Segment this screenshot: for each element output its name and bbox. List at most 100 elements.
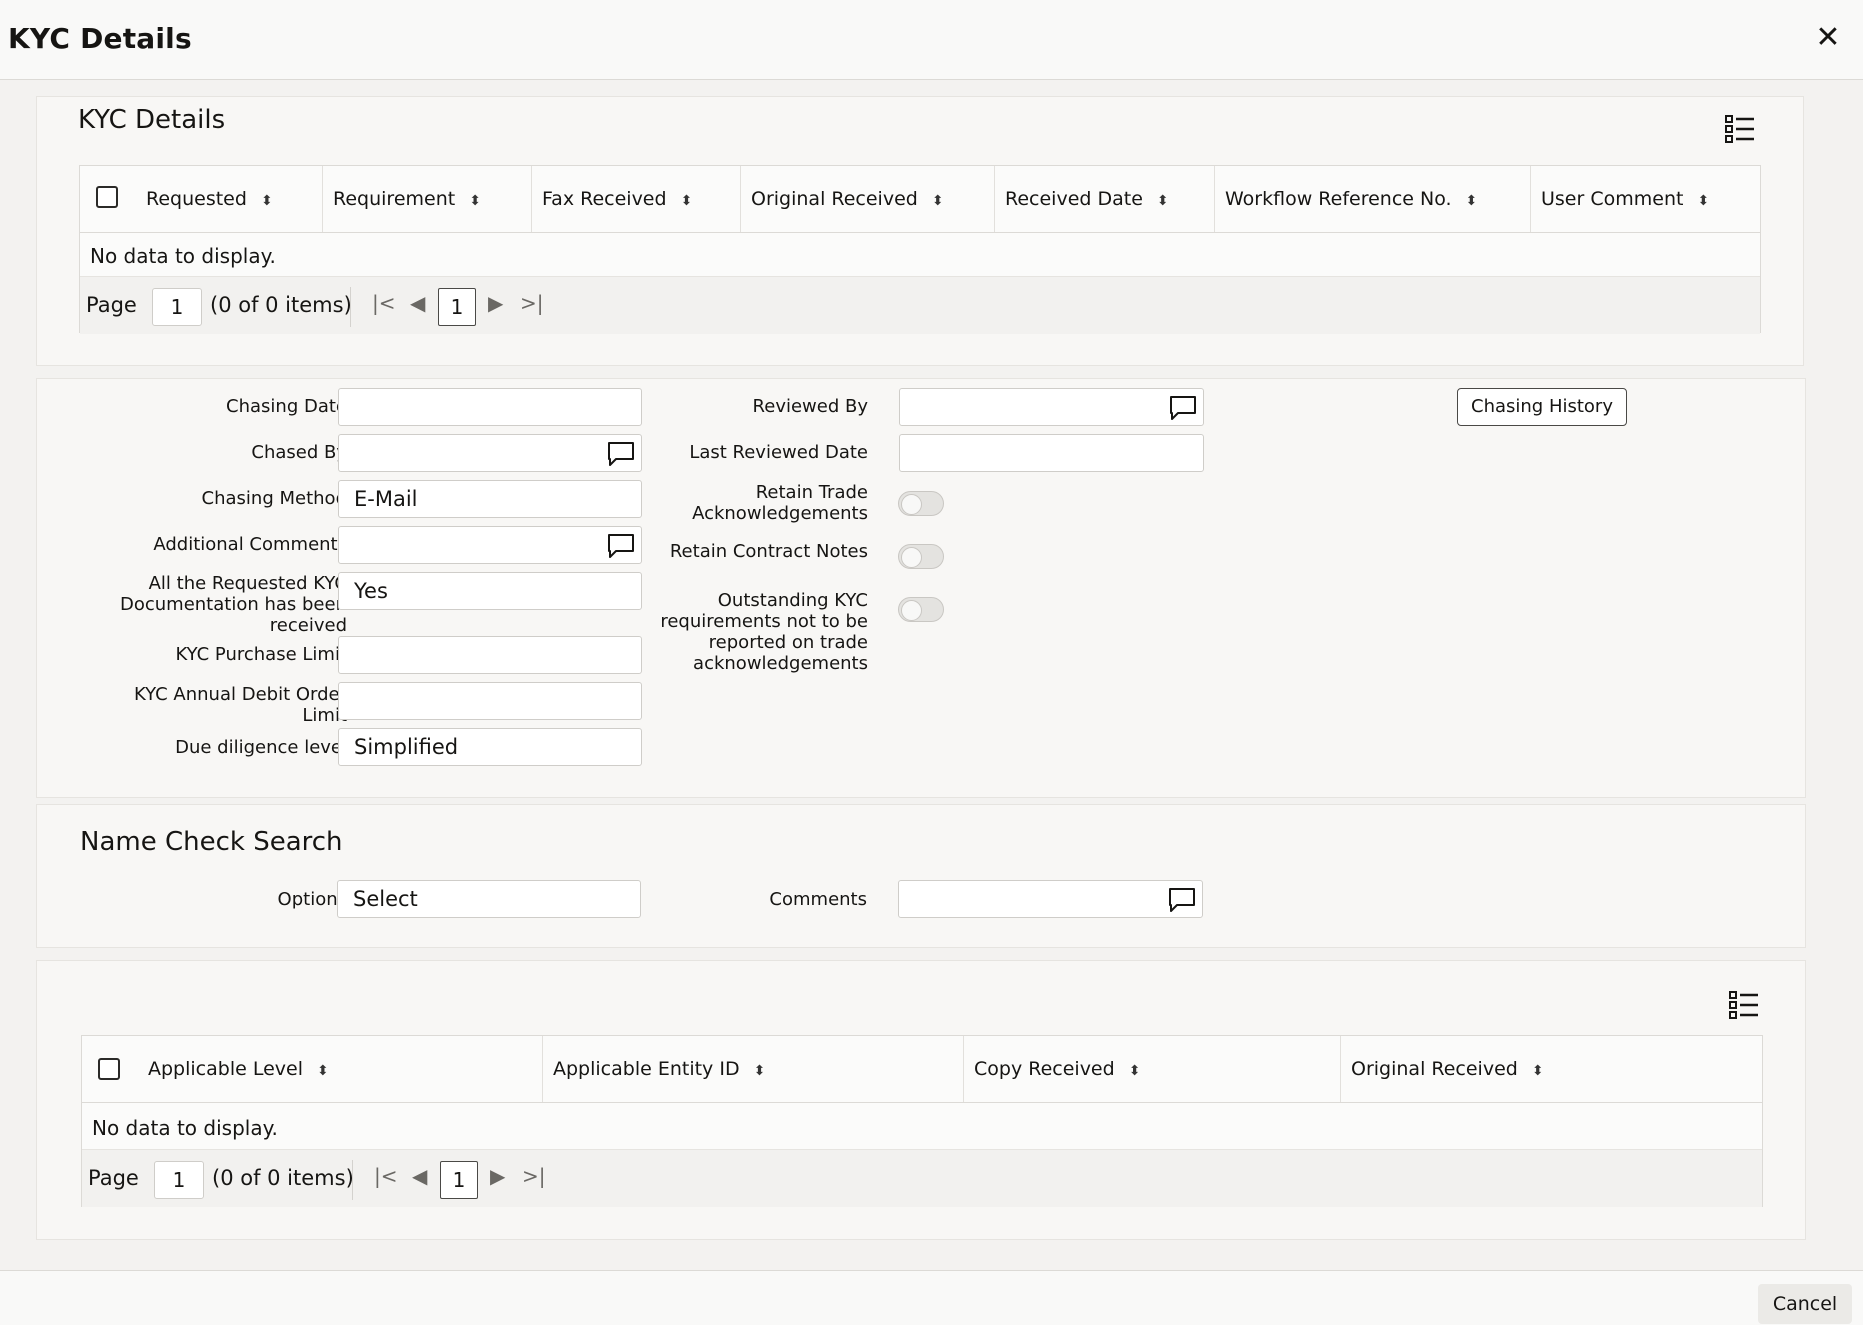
comments-label: Comments xyxy=(769,889,867,910)
next-page-icon[interactable]: ▶ xyxy=(488,291,503,315)
chat-bubble-icon[interactable] xyxy=(1168,887,1196,913)
last-page-icon[interactable]: >| xyxy=(522,1164,546,1188)
additional-comments-input[interactable] xyxy=(338,526,642,564)
reviewed-by-label: Reviewed By xyxy=(752,396,868,417)
column-header[interactable]: Requirement ⬍ xyxy=(322,166,531,232)
chasing-date-label: Chasing Date xyxy=(226,396,347,417)
sort-icon[interactable]: ⬍ xyxy=(469,193,481,209)
additional-comments-label: Additional Comments xyxy=(153,534,347,555)
sort-icon[interactable]: ⬍ xyxy=(681,193,693,209)
purchase-limit-label: KYC Purchase Limit xyxy=(175,644,347,665)
footer-bar: Cancel xyxy=(0,1270,1863,1325)
applicable-entity-table: Applicable Level ⬍ Applicable Entity ID ⬍ … xyxy=(81,1035,1763,1207)
kyc-details-panel: KYC Details Requested ⬍ Requirement ⬍ Fax … xyxy=(36,96,1804,366)
annual-debit-limit-input[interactable] xyxy=(338,682,642,720)
sort-icon[interactable]: ⬍ xyxy=(317,1063,329,1079)
retain-contract-notes-toggle[interactable] xyxy=(898,544,944,569)
column-header[interactable]: Original Received ⬍ xyxy=(740,166,994,232)
first-page-icon[interactable]: |< xyxy=(372,291,396,315)
last-reviewed-date-input[interactable] xyxy=(899,434,1204,472)
column-header[interactable]: User Comment ⬍ xyxy=(1530,166,1760,232)
item-count: (0 of 0 items) xyxy=(210,293,352,317)
column-header[interactable]: Received Date ⬍ xyxy=(994,166,1214,232)
column-label: Applicable Level xyxy=(148,1058,303,1080)
empty-message: No data to display. xyxy=(92,1116,278,1140)
title-bar: KYC Details ✕ xyxy=(0,0,1863,80)
sort-icon[interactable]: ⬍ xyxy=(1129,1063,1141,1079)
chat-bubble-icon[interactable] xyxy=(1169,395,1197,421)
next-page-icon[interactable]: ▶ xyxy=(490,1164,505,1188)
divider xyxy=(352,1160,353,1200)
due-diligence-label: Due diligence level xyxy=(175,737,347,758)
sort-icon[interactable]: ⬍ xyxy=(1697,193,1709,209)
reviewed-by-input[interactable] xyxy=(899,388,1204,426)
chasing-method-select[interactable]: E-Mail xyxy=(338,480,642,518)
page-number-button[interactable]: 1 xyxy=(440,1161,478,1199)
close-icon[interactable]: ✕ xyxy=(1812,22,1844,54)
column-header[interactable]: Applicable Level ⬍ xyxy=(138,1036,542,1102)
due-diligence-select[interactable]: Simplified xyxy=(338,728,642,766)
column-header[interactable]: Workflow Reference No. ⬍ xyxy=(1214,166,1530,232)
table-header: Applicable Level ⬍ Applicable Entity ID ⬍ … xyxy=(82,1036,1762,1103)
applicable-entity-panel: Applicable Level ⬍ Applicable Entity ID ⬍ … xyxy=(36,960,1806,1240)
chasing-date-input[interactable] xyxy=(338,388,642,426)
sort-icon[interactable]: ⬍ xyxy=(1532,1063,1544,1079)
table-header: Requested ⬍ Requirement ⬍ Fax Received ⬍ Or… xyxy=(80,166,1760,233)
outstanding-kyc-toggle[interactable] xyxy=(898,597,944,622)
options-select[interactable]: Select xyxy=(337,880,641,918)
sort-icon[interactable]: ⬍ xyxy=(261,193,273,209)
select-all-checkbox[interactable] xyxy=(96,186,118,208)
column-header[interactable]: Fax Received ⬍ xyxy=(531,166,740,232)
chased-by-label: Chased By xyxy=(251,442,347,463)
column-label: Requested xyxy=(146,188,247,210)
page-label: Page xyxy=(88,1166,139,1190)
page-input[interactable]: 1 xyxy=(152,288,202,326)
page-number-button[interactable]: 1 xyxy=(438,288,476,326)
last-page-icon[interactable]: >| xyxy=(520,291,544,315)
column-list-icon[interactable] xyxy=(1729,991,1759,1019)
sort-icon[interactable]: ⬍ xyxy=(754,1063,766,1079)
prev-page-icon[interactable]: ◀ xyxy=(412,1164,427,1188)
cancel-button[interactable]: Cancel xyxy=(1758,1284,1852,1324)
name-check-panel: Name Check Search Options Select Comment… xyxy=(36,804,1806,948)
outstanding-kyc-label: Outstanding KYC requirements not to be r… xyxy=(660,590,868,674)
first-page-icon[interactable]: |< xyxy=(374,1164,398,1188)
comments-input[interactable] xyxy=(898,880,1203,918)
prev-page-icon[interactable]: ◀ xyxy=(410,291,425,315)
pagination: Page 1 (0 of 0 items) |< ◀ 1 ▶ >| xyxy=(82,1149,1762,1207)
column-list-icon[interactable] xyxy=(1725,115,1755,143)
column-label: Workflow Reference No. xyxy=(1225,188,1452,210)
item-count: (0 of 0 items) xyxy=(212,1166,354,1190)
all-received-label: All the Requested KYC Documentation has … xyxy=(119,573,347,636)
column-header[interactable]: Requested ⬍ xyxy=(136,166,322,232)
sort-icon[interactable]: ⬍ xyxy=(1466,193,1478,209)
chasing-history-button[interactable]: Chasing History xyxy=(1457,388,1627,426)
options-label: Options xyxy=(277,889,347,910)
chat-bubble-icon[interactable] xyxy=(607,441,635,467)
chased-by-input[interactable] xyxy=(338,434,642,472)
pagination: Page 1 (0 of 0 items) |< ◀ 1 ▶ >| xyxy=(80,276,1760,334)
column-header[interactable]: Original Received ⬍ xyxy=(1340,1036,1762,1102)
column-label: User Comment xyxy=(1541,188,1684,210)
page-input[interactable]: 1 xyxy=(154,1161,204,1199)
select-all-checkbox[interactable] xyxy=(98,1058,120,1080)
annual-debit-limit-label: KYC Annual Debit Order Limit xyxy=(133,684,347,726)
page-label: Page xyxy=(86,293,137,317)
chasing-method-label: Chasing Method xyxy=(201,488,347,509)
column-label: Original Received xyxy=(1351,1058,1518,1080)
column-label: Requirement xyxy=(333,188,456,210)
column-label: Applicable Entity ID xyxy=(553,1058,740,1080)
all-received-select[interactable]: Yes xyxy=(338,572,642,610)
purchase-limit-input[interactable] xyxy=(338,636,642,674)
chat-bubble-icon[interactable] xyxy=(607,533,635,559)
column-header[interactable]: Copy Received ⬍ xyxy=(963,1036,1340,1102)
column-label: Received Date xyxy=(1005,188,1143,210)
section-title-name-check: Name Check Search xyxy=(80,827,343,857)
sort-icon[interactable]: ⬍ xyxy=(932,193,944,209)
empty-message: No data to display. xyxy=(90,244,276,268)
retain-contract-notes-label: Retain Contract Notes xyxy=(669,541,868,562)
retain-trade-ack-toggle[interactable] xyxy=(898,491,944,516)
column-header[interactable]: Applicable Entity ID ⬍ xyxy=(542,1036,963,1102)
sort-icon[interactable]: ⬍ xyxy=(1157,193,1169,209)
column-label: Original Received xyxy=(751,188,918,210)
